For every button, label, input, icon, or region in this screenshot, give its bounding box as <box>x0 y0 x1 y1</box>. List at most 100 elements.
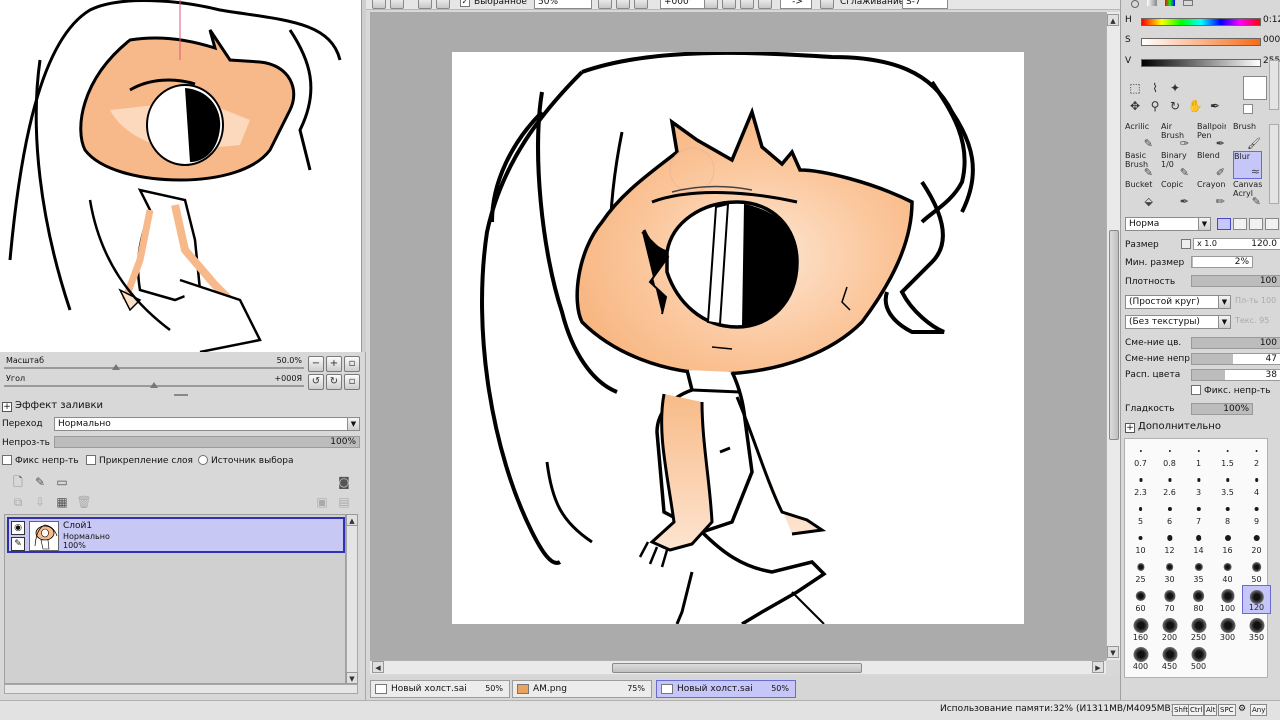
brush-size-60[interactable]: 60 <box>1126 585 1155 614</box>
navigator-scrollbar[interactable] <box>362 0 366 352</box>
brush-shape-mid-icon[interactable] <box>1233 218 1247 230</box>
layer-properties-icon[interactable]: ◙ <box>336 474 352 490</box>
scroll-up-arrow[interactable]: ▲ <box>1107 14 1119 26</box>
eye-icon[interactable]: ◉ <box>11 521 25 535</box>
saturation-slider[interactable]: S 000 <box>1125 35 1280 49</box>
zoom-slider[interactable]: Масштаб 50.0% <box>4 356 304 370</box>
brush-tool-basic-brush[interactable]: Basic Brush ✎ <box>1125 151 1154 179</box>
swap-color-icon[interactable] <box>1243 104 1253 114</box>
delete-layer-icon[interactable]: 🗑 <box>76 494 92 510</box>
color-wheel-icon[interactable] <box>1131 0 1139 8</box>
size-mult-icon[interactable] <box>1181 239 1191 249</box>
zoom-fit-button[interactable]: ▫ <box>344 356 360 372</box>
doc-tab[interactable]: AM.png 75% <box>512 680 652 698</box>
doc-tab-active[interactable]: Новый холст.sai 50% <box>656 680 796 698</box>
move-icon[interactable]: ✥ <box>1127 98 1143 114</box>
scroll-down-arrow[interactable]: ▼ <box>1107 646 1119 658</box>
merge-down-icon[interactable]: ⇩ <box>32 494 48 510</box>
color-slider-icon[interactable] <box>1147 0 1157 6</box>
brush-shape-soft-icon[interactable] <box>1249 218 1263 230</box>
doc-tab[interactable]: Новый холст.sai 50% <box>370 680 510 698</box>
size-field[interactable]: x 1.0 120.0 <box>1193 238 1280 250</box>
brush-shape-flat-icon[interactable] <box>1265 218 1279 230</box>
blend-mode-select[interactable]: Норма ▼ <box>1125 217 1211 231</box>
toolbar-button[interactable] <box>390 0 404 9</box>
hand-icon[interactable]: ✋ <box>1187 98 1203 114</box>
brush-size-4[interactable]: 4 <box>1242 469 1271 498</box>
brush-size-20[interactable]: 20 <box>1242 527 1271 556</box>
brush-tool-canvas-acryl[interactable]: Canvas Acryl ✎ <box>1233 180 1262 208</box>
vscroll-thumb[interactable] <box>1109 230 1119 440</box>
rotate-right-icon[interactable]: ↻ <box>326 374 342 390</box>
scroll-right-arrow[interactable]: ▶ <box>1092 661 1104 673</box>
brush-size-80[interactable]: 80 <box>1184 585 1213 614</box>
rotate-left-icon[interactable]: ↺ <box>308 374 324 390</box>
canvas-area[interactable] <box>370 12 1106 660</box>
brush-size-2.3[interactable]: 2.3 <box>1126 469 1155 498</box>
advanced-header[interactable]: + Дополнительно <box>1125 421 1221 433</box>
zoom-minus-button[interactable]: − <box>308 356 324 372</box>
brush-size-0.8[interactable]: 0.8 <box>1155 440 1184 469</box>
brush-size-16[interactable]: 16 <box>1213 527 1242 556</box>
new-folder-icon[interactable]: ▭ <box>54 474 70 490</box>
fix-opacity-checkbox[interactable]: Фикс непр-ть <box>2 455 79 467</box>
new-layer-icon[interactable]: 🗋 <box>10 474 26 490</box>
layer-apply-icon[interactable]: ▤ <box>336 494 352 510</box>
brush-size-10[interactable]: 10 <box>1126 527 1155 556</box>
navigator-preview[interactable] <box>0 0 362 352</box>
panel-splitter[interactable] <box>174 394 188 396</box>
brush-size-9[interactable]: 9 <box>1242 498 1271 527</box>
palette-icon[interactable] <box>1183 0 1193 6</box>
brush-tool-acrilic[interactable]: Acrilic ✎ <box>1125 122 1154 150</box>
brush-size-30[interactable]: 30 <box>1155 556 1184 585</box>
clip-layer-checkbox[interactable]: Прикрепление слоя <box>86 455 193 467</box>
brush-tool-brush[interactable]: Brush 🖌 <box>1233 122 1262 150</box>
flip-button[interactable] <box>758 0 772 9</box>
brush-size-7[interactable]: 7 <box>1184 498 1213 527</box>
brush-size-35[interactable]: 35 <box>1184 556 1213 585</box>
zoom-out-button[interactable] <box>598 0 612 9</box>
brush-shape-hard-icon[interactable] <box>1217 218 1231 230</box>
zoom-icon[interactable]: ⚲ <box>1147 98 1163 114</box>
toolbar-button[interactable] <box>418 0 432 9</box>
layer-list-hscrollbar[interactable] <box>4 684 358 694</box>
opacity-mix-slider[interactable]: 47 <box>1191 353 1280 365</box>
canvas-paper[interactable] <box>452 52 1024 624</box>
brush-tool-binary-1-0[interactable]: Binary 1/0 ✎ <box>1161 151 1190 179</box>
zoom-field[interactable]: 50% <box>534 0 592 9</box>
brush-size-1[interactable]: 1 <box>1184 440 1213 469</box>
brush-tool-air-brush[interactable]: Air Brush ✑ <box>1161 122 1190 150</box>
brush-tool-bucket[interactable]: Bucket ⬙ <box>1125 180 1154 208</box>
rotate-reset-button[interactable] <box>740 0 754 9</box>
scroll-down-arrow[interactable]: ▼ <box>346 672 358 684</box>
brush-size-200[interactable]: 200 <box>1155 614 1184 643</box>
brush-tool-crayon[interactable]: Crayon ✏ <box>1197 180 1226 208</box>
selected-checkbox[interactable]: ✓ <box>460 0 470 7</box>
stabilizer-toggle[interactable]: -> <box>780 0 812 9</box>
smoothing-select[interactable]: S-7 <box>902 0 948 9</box>
brush-size-8[interactable]: 8 <box>1213 498 1242 527</box>
scroll-up-arrow[interactable]: ▲ <box>346 514 358 526</box>
smoothing-icon[interactable] <box>820 0 834 9</box>
canvas-vscrollbar[interactable]: ▲ ▼ <box>1106 12 1120 660</box>
zoom-reset-button[interactable] <box>634 0 648 9</box>
brush-size-250[interactable]: 250 <box>1184 614 1213 643</box>
rotate-reset-icon[interactable]: ▫ <box>344 374 360 390</box>
opacity-slider[interactable]: 100% <box>54 436 360 448</box>
brush-tool-blend[interactable]: Blend ✐ <box>1197 151 1226 179</box>
brush-tool-blur[interactable]: Blur ≈ <box>1233 151 1262 179</box>
layer-mask-icon[interactable]: ▣ <box>314 494 330 510</box>
layer-list-scrollbar[interactable]: ▲ ▼ <box>346 514 358 684</box>
brush-size-100[interactable]: 100 <box>1213 585 1242 614</box>
toolbar-button[interactable] <box>372 0 386 9</box>
min-size-slider[interactable]: 2% <box>1191 256 1253 268</box>
brush-size-25[interactable]: 25 <box>1126 556 1155 585</box>
texture-select[interactable]: (Без текстуры) ▼ <box>1125 315 1231 329</box>
brush-size-3.5[interactable]: 3.5 <box>1213 469 1242 498</box>
current-color-swatch[interactable] <box>1243 76 1267 100</box>
fill-effect-header[interactable]: + Эффект заливки <box>2 400 103 412</box>
rotate-left-button[interactable] <box>704 0 718 9</box>
hue-slider[interactable]: H 0:12 <box>1125 15 1280 29</box>
value-slider[interactable]: V 255 <box>1125 56 1280 70</box>
brush-size-2.6[interactable]: 2.6 <box>1155 469 1184 498</box>
